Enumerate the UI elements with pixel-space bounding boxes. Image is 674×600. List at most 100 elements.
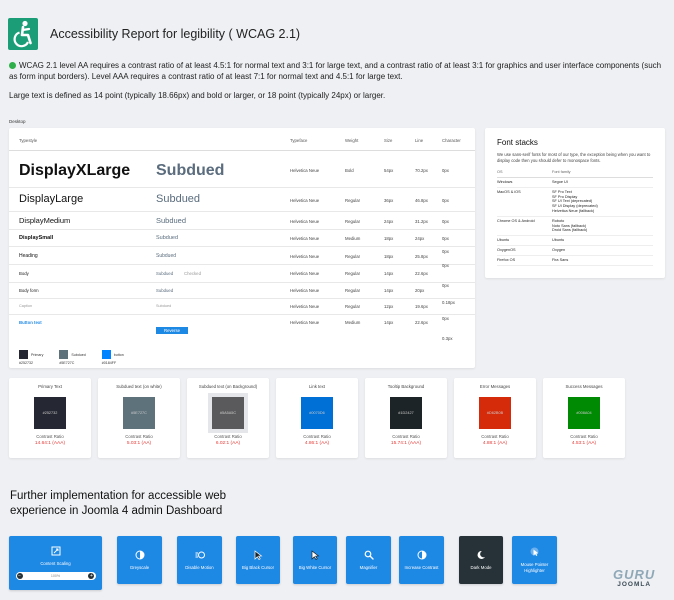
line-value: 70.2px [415,168,428,173]
greyscale-button[interactable]: Greyscale [117,536,162,584]
table-row: Body Subdued Checked Helvetica Neue Regu… [9,263,475,283]
contrast-ratio-label: Contrast Ratio [481,434,509,439]
typeface-value: Helvetica Neue [290,271,320,276]
white-cursor-icon [311,550,320,560]
black-cursor-icon [254,550,263,560]
header-line: Line [415,138,424,143]
color-swatch: #008A04 [568,397,600,429]
dark-mode-button[interactable]: Dark Mode [459,536,503,584]
typestyle-label: Body [19,271,29,276]
typestyle-label: DisplayMedium [19,216,71,225]
big-white-cursor-button[interactable]: Big White Cursor [293,536,337,584]
weight-value: Medium [345,320,361,325]
mouse-pointer-highlighter-button[interactable]: Mouse Pointer Highlighter [512,536,557,584]
weight-value: Bold [345,168,354,173]
table-row: Caption Subdued Helvetica Neue Regular 1… [9,299,475,315]
typestyle-label: DisplaySmall [19,235,54,241]
color-swatch: #D62B0B [479,397,511,429]
contrast-icon [417,550,426,560]
os-name: Firefox OS [497,257,516,262]
char-value: 0px [442,316,449,321]
color-swatch: #252732 [34,397,66,429]
typeface-value: Helvetica Neue [290,304,320,309]
table-row: MacOS & iOS SF Pro Text SF Pro Display SF… [497,188,653,217]
color-hex: #5E727C [131,411,147,415]
minus-icon[interactable]: − [16,573,23,580]
contrast-ratio-value: 4.53:1 (AA) [571,441,597,446]
contrast-card-title: Primary Text [38,384,62,389]
typestyle-label: DisplayLarge [19,193,84,205]
char-value: 0px [442,283,449,288]
font-family: Segoe UI [552,180,568,184]
color-swatch: #5A5A5C [208,393,248,433]
contrast-card-title: Success Messages [565,384,603,389]
typeface-value: Helvetica Neue [290,236,320,241]
line-value: 25.8px [415,254,428,259]
magnifier-icon [364,550,374,560]
typeface-value: Helvetica Neue [290,254,320,259]
magnifier-button[interactable]: Magnifier [346,536,391,584]
color-hex: #0070D6 [309,411,325,415]
disable-motion-label: Disable Motion [185,564,214,570]
subdued-sample: Subdued [156,216,187,225]
big-black-cursor-button[interactable]: Big Black Cursor [236,536,280,584]
contrast-ratio-label: Contrast Ratio [214,434,242,439]
table-row: Ubuntu Ubuntu [497,236,653,246]
increase-contrast-button[interactable]: Increase Contrast [399,536,444,584]
weight-value: Regular [345,271,361,276]
contrast-card-subdued-background: Subdued text (on Background) #5A5A5C Con… [187,378,269,458]
contrast-card-link-text: Link text #0070D6 Contrast Ratio 4.86:1 … [276,378,358,458]
font-stacks-card: Font stacks We use sans-serif fonts for … [485,128,665,278]
char-value: 0px [442,249,449,254]
subdued-sample: Subdued [156,271,174,276]
contrast-ratio-label: Contrast Ratio [392,434,420,439]
typography-table: Typestyle Typeface Weight Size Line Char… [9,128,475,368]
weight-value: Regular [345,254,361,259]
font-stacks-title: Font stacks [497,138,538,147]
header-os: OS [497,170,503,174]
contrast-ratio-value: 6.02:1 (AA) [215,441,241,446]
color-hex: #008A04 [576,411,592,415]
size-value: 24px [384,219,394,224]
content-scaling-label: Content Scaling [40,560,71,566]
checked-sample: Checked [184,271,201,276]
size-value: 14px [384,288,394,293]
os-name: Windows [497,180,513,184]
contrast-card-title: Tooltip Background [387,384,425,389]
disable-motion-button[interactable]: Disable Motion [177,536,222,584]
font-family: Oxygen [552,247,566,252]
contrast-card-title: Subdued text (on Background) [198,384,258,389]
reverse-sample-button[interactable]: Reverse [156,327,189,334]
scaling-stepper[interactable]: − 100% + [15,572,96,581]
line-value: 31.2px [415,219,428,224]
table-row: OxygenOS Oxygen [497,246,653,256]
brand-line1: GURU [613,567,656,582]
contrast-card-subdued-white: Subdued text (on white) #5E727C Contrast… [98,378,180,458]
typeface-value: Helvetica Neue [290,198,320,203]
weight-value: Regular [345,304,361,309]
swatch-hex: #0184FF [101,361,117,365]
table-row: DisplayLarge Subdued Helvetica Neue Regu… [9,188,475,212]
line-value: 22.6px [415,320,428,325]
size-value: 18px [384,236,394,241]
brand-line2: JOOMLA [617,581,652,588]
header-character: Character [442,138,461,143]
swatch-hex: #5E727C [59,361,75,365]
swatch-box [101,350,111,359]
contrast-ratio-value: 15.74:1 (AAA) [390,441,422,446]
plus-icon[interactable]: + [88,573,95,580]
typeface-value: Helvetica Neue [290,288,320,293]
content-scaling-button[interactable]: Content Scaling − 100% + [9,536,102,590]
typestyle-label: Body form [19,288,39,293]
size-value: 14px [384,271,394,276]
char-value: 0px [442,198,449,203]
char-value: 0px [442,263,449,268]
typeface-value: Helvetica Neue [290,320,320,325]
contrast-card-title: Subdued text (on white) [116,384,162,389]
font-stacks-description: We use sans-serif fonts for most of our … [497,152,651,163]
typestyle-label: Button text [19,320,42,325]
table-row: DisplayXLarge Subdued Helvetica Neue Bol… [9,151,475,188]
header-font-family: Font family [552,170,571,174]
swatch-primary: Primary #252732 [19,350,43,365]
typeface-value: Helvetica Neue [290,219,320,224]
